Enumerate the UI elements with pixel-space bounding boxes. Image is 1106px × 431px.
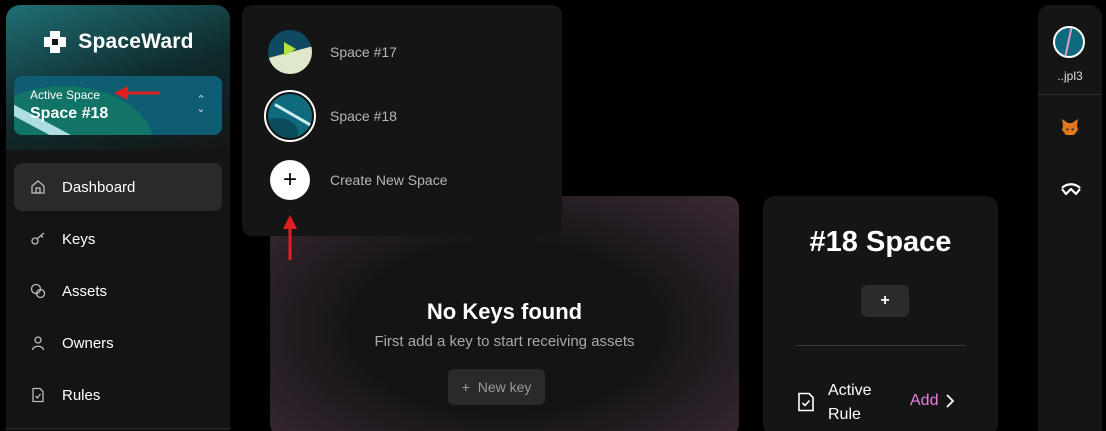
rule-icon [798, 392, 814, 412]
sidebar: SpaceWard Active Space Space #18 ⌃ ⌄ Dash… [6, 5, 230, 431]
sidebar-item-assets[interactable]: Assets [14, 267, 222, 315]
space-dropdown-menu: Space #17 Space #18 + Create New Space [242, 5, 562, 236]
home-icon [30, 179, 46, 195]
add-rule-label: Add [910, 392, 939, 409]
walletconnect-icon[interactable] [1060, 183, 1082, 197]
app-name: SpaceWard [78, 30, 194, 53]
metamask-icon[interactable] [1060, 117, 1080, 137]
logo[interactable]: SpaceWard [6, 29, 230, 55]
divider [1038, 94, 1102, 95]
annotation-arrow-up-icon [283, 215, 297, 260]
space-avatar-selected [264, 90, 316, 142]
annotation-arrow-left-icon [114, 86, 160, 100]
rule-icon [30, 387, 46, 403]
space-menu-label: Space #18 [330, 108, 397, 124]
chevron-up-down-icon: ⌃ ⌄ [196, 94, 206, 115]
sidebar-nav: Dashboard Keys Assets Owners Rules [14, 163, 222, 423]
spaceward-logo-icon [44, 31, 67, 53]
account-avatar[interactable] [1053, 26, 1085, 58]
plus-icon: + [461, 379, 470, 395]
space-panel-title: #18 Space [809, 226, 952, 258]
space-menu-label: Space #17 [330, 44, 397, 60]
active-space-name: Space #18 [30, 105, 109, 122]
sidebar-item-label: Rules [62, 386, 101, 404]
space-avatar [268, 30, 312, 74]
space-menu-item-18[interactable]: Space #18 [264, 90, 397, 142]
active-space-label: Active Space [30, 88, 101, 102]
sidebar-item-dashboard[interactable]: Dashboard [14, 163, 222, 211]
sidebar-item-keys[interactable]: Keys [14, 215, 222, 263]
sidebar-item-owners[interactable]: Owners [14, 319, 222, 367]
empty-state-title: No Keys found [426, 299, 583, 324]
active-space-selector[interactable]: Active Space Space #18 ⌃ ⌄ [14, 76, 222, 135]
sidebar-item-label: Owners [62, 334, 114, 352]
sidebar-item-label: Assets [62, 282, 108, 300]
user-icon [30, 335, 46, 351]
coins-icon [30, 283, 46, 299]
space-add-button[interactable]: + [861, 285, 909, 317]
sidebar-item-rules[interactable]: Rules [14, 371, 222, 419]
plus-icon: + [270, 160, 310, 200]
chevron-right-icon [946, 394, 955, 408]
empty-state-subtitle: First add a key to start receiving asset… [374, 333, 635, 350]
new-key-button[interactable]: + New key [448, 369, 545, 405]
divider [6, 428, 230, 429]
space-panel: #18 Space + Active Rule Add [763, 196, 998, 431]
key-icon [30, 231, 46, 247]
add-rule-link[interactable]: Add [910, 392, 955, 410]
new-key-label: New key [477, 379, 532, 395]
divider [796, 345, 966, 346]
sidebar-item-label: Keys [62, 230, 96, 248]
space-menu-item-17[interactable]: Space #17 [268, 30, 397, 74]
create-space-label: Create New Space [330, 172, 448, 188]
account-address: ..jpl3 [1057, 69, 1083, 83]
active-rule-label: Active Rule [828, 382, 872, 423]
create-new-space-button[interactable]: + Create New Space [268, 158, 448, 202]
sidebar-item-label: Dashboard [62, 178, 136, 196]
account-rail: ..jpl3 [1038, 5, 1102, 431]
